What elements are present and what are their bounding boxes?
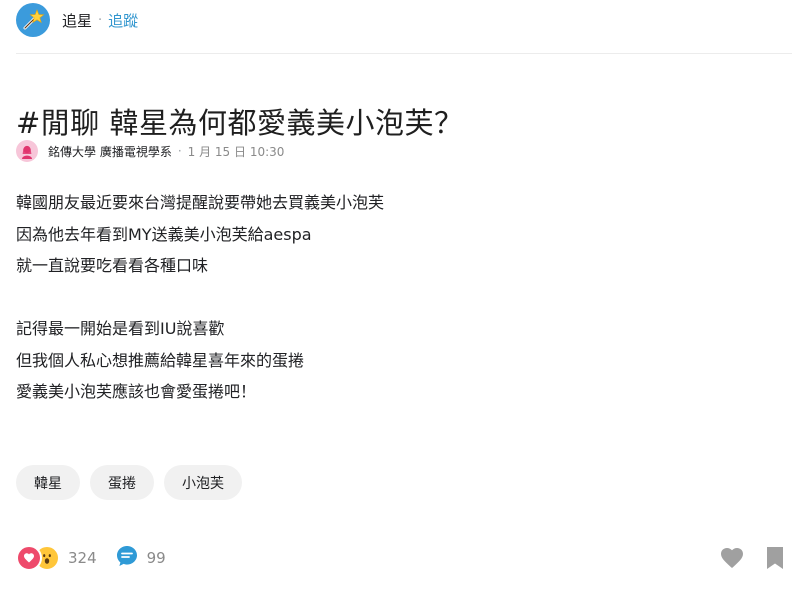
reactions-button[interactable]: 324 — [16, 545, 97, 571]
post-footer: 324 99 — [16, 543, 784, 573]
post-time: 1 月 15 日 10:30 — [187, 144, 285, 159]
author-row: 銘傳大學 廣播電視學系 · 1 月 15 日 10:30 — [16, 139, 284, 163]
post-body: 韓國朋友最近要來台灣提醒說要帶她去買義美小泡芙 因為他去年看到MY送義美小泡芙給… — [16, 187, 792, 408]
body-line: 韓國朋友最近要來台灣提醒說要帶她去買義美小泡芙 — [16, 193, 385, 212]
body-line: 記得最一開始是看到IU說喜歡 — [16, 319, 225, 338]
author-name[interactable]: 銘傳大學 廣播電視學系 — [48, 143, 172, 160]
tag-chip[interactable]: 小泡芙 — [164, 465, 242, 500]
heart-icon[interactable] — [720, 547, 744, 569]
comment-button[interactable]: 99 — [115, 544, 166, 572]
tag-chip[interactable]: 韓星 — [16, 465, 80, 500]
like-count: 324 — [68, 549, 97, 567]
separator-dot: · — [98, 12, 103, 28]
post-actions — [720, 546, 784, 570]
header-divider — [16, 53, 792, 54]
magic-wand-icon[interactable] — [16, 3, 50, 37]
bookmark-icon[interactable] — [766, 546, 784, 570]
female-avatar-icon[interactable] — [16, 140, 38, 162]
body-line: 就一直說要吃看看各種口味 — [16, 256, 209, 275]
body-line: 愛義美小泡芙應該也會愛蛋捲吧！ — [16, 382, 257, 401]
comment-count: 99 — [146, 549, 166, 567]
heart-reaction-icon — [16, 545, 42, 571]
tag-chip[interactable]: 蛋捲 — [90, 465, 154, 500]
tag-list: 韓星 蛋捲 小泡芙 — [16, 465, 242, 500]
follow-button[interactable]: 追蹤 — [108, 10, 138, 31]
meta-separator: · — [177, 144, 182, 158]
board-header: 追星 · 追蹤 — [16, 2, 792, 38]
comment-bubble-icon — [115, 544, 139, 572]
body-line — [16, 282, 792, 314]
body-line: 因為他去年看到MY送義美小泡芙給aespa — [16, 224, 312, 244]
board-name[interactable]: 追星 — [62, 10, 92, 31]
post-title: #閒聊 韓星為何都愛義美小泡芙？ — [16, 106, 464, 141]
body-line: 但我個人私心想推薦給韓星喜年來的蛋捲 — [16, 350, 305, 370]
